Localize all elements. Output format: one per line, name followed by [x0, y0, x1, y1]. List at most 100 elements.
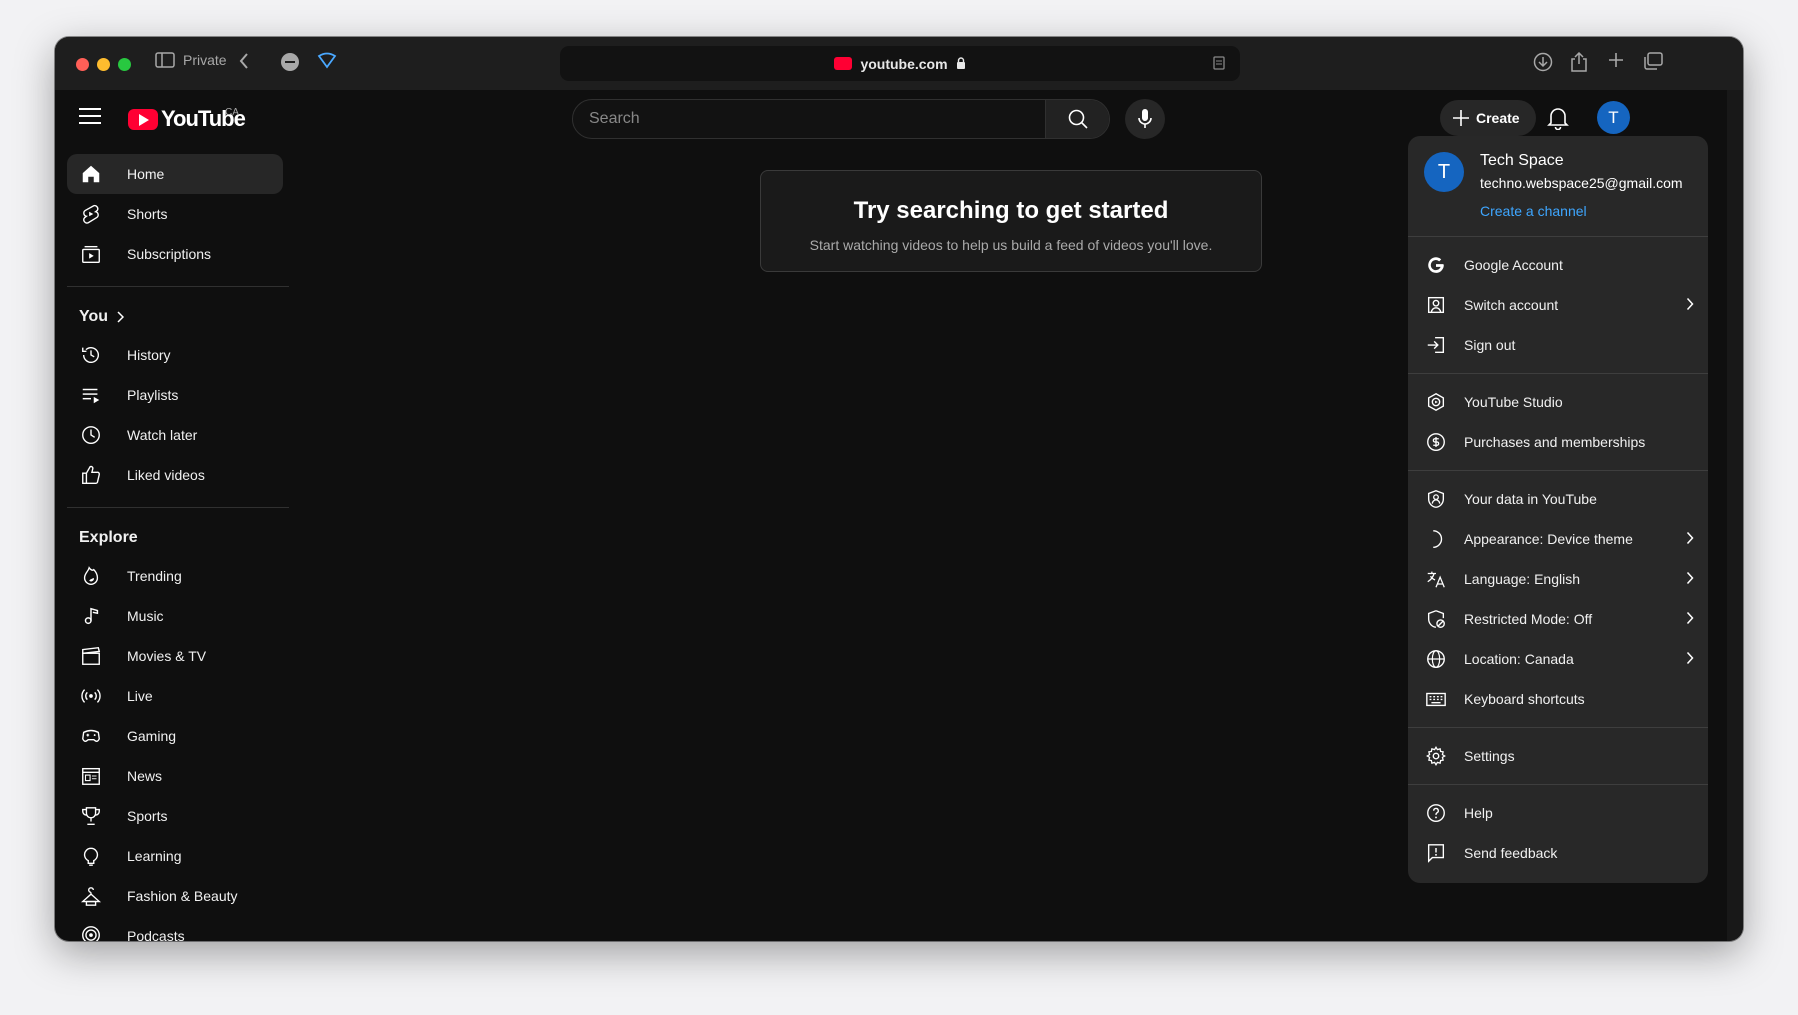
studio-icon — [1427, 392, 1445, 412]
shield-icon — [317, 52, 337, 69]
menu-item-language[interactable]: Language: English — [1408, 559, 1708, 599]
shorts-icon — [83, 205, 99, 224]
address-bar[interactable]: youtube.com — [560, 46, 1240, 81]
menu-item-your-data-in-youtube[interactable]: Your data in YouTube — [1408, 479, 1708, 519]
menu-group: Settings — [1408, 728, 1708, 785]
menu-item-label: Settings — [1464, 748, 1515, 764]
vpn-button[interactable] — [317, 52, 337, 70]
menu-item-google-account[interactable]: Google Account — [1408, 245, 1708, 285]
share-button[interactable] — [1570, 52, 1588, 72]
menu-group: Help Send feedback — [1408, 785, 1708, 881]
menu-item-send-feedback[interactable]: Send feedback — [1408, 833, 1708, 873]
subscriptions-icon — [82, 245, 100, 263]
menu-item-restricted-mode[interactable]: Restricted Mode: Off — [1408, 599, 1708, 639]
browser-toolbar: Private youtube.com — [55, 37, 1743, 90]
voice-search-button[interactable] — [1125, 99, 1165, 139]
restricted-icon — [1427, 610, 1445, 628]
account-menu-groups: Google Account Switch account Sign out YouT… — [1408, 237, 1708, 881]
sidebar-main-section: Home Shorts Subscriptions — [55, 154, 295, 274]
sidebar-item-podcasts[interactable]: Podcasts — [67, 916, 283, 941]
sidebar-item-watch-later[interactable]: Watch later — [67, 415, 283, 455]
sidebar-item-label: Liked videos — [127, 467, 205, 483]
studio-icon — [1424, 390, 1448, 414]
sidebar-item-fashion-beauty[interactable]: Fashion & Beauty — [67, 876, 283, 916]
sidebar-item-label: Live — [127, 688, 153, 704]
sidebar-item-learning[interactable]: Learning — [67, 836, 283, 876]
moon-icon — [1424, 527, 1448, 551]
menu-item-label: Purchases and memberships — [1464, 434, 1646, 450]
clock-icon — [82, 426, 100, 444]
notifications-button[interactable] — [1547, 106, 1569, 135]
music-icon — [84, 607, 99, 625]
sidebar-item-live[interactable]: Live — [67, 676, 283, 716]
sidebar-item-label: History — [127, 347, 171, 363]
menu-item-settings[interactable]: Settings — [1408, 736, 1708, 776]
close-window-button[interactable] — [76, 58, 89, 71]
account-menu: T Tech Space techno.webspace25@gmail.com… — [1408, 136, 1708, 883]
sidebar-toggle-button[interactable]: Private — [155, 52, 227, 68]
menu-item-label: Switch account — [1464, 297, 1559, 313]
history-icon — [82, 347, 99, 364]
restricted-icon — [1424, 607, 1448, 631]
menu-item-sign-out[interactable]: Sign out — [1408, 325, 1708, 365]
menu-item-label: Restricted Mode: Off — [1464, 611, 1593, 627]
sidebar-item-home[interactable]: Home — [67, 154, 283, 194]
tab-overview-button[interactable] — [1643, 52, 1663, 70]
menu-item-help[interactable]: Help — [1408, 793, 1708, 833]
sidebar-item-label: News — [127, 768, 163, 784]
chevron-right-icon — [1686, 651, 1694, 668]
back-button[interactable] — [238, 52, 250, 70]
menu-item-location[interactable]: Location: Canada — [1408, 639, 1708, 679]
avatar-button[interactable]: T — [1597, 101, 1630, 134]
sidebar-item-shorts[interactable]: Shorts — [67, 194, 283, 234]
page-scrollbar[interactable] — [1727, 90, 1743, 941]
sign-out-icon — [1424, 333, 1448, 357]
sign-out-icon — [1427, 336, 1445, 354]
sidebar-item-playlists[interactable]: Playlists — [67, 375, 283, 415]
menu-item-appearance[interactable]: Appearance: Device theme — [1408, 519, 1708, 559]
hanger-icon — [80, 887, 102, 906]
downloads-button[interactable] — [1533, 52, 1553, 72]
sidebar-item-movies-tv[interactable]: Movies & TV — [67, 636, 283, 676]
reader-icon[interactable] — [1212, 55, 1226, 71]
sidebar-item-history[interactable]: History — [67, 335, 283, 375]
sidebar-item-liked-videos[interactable]: Liked videos — [67, 455, 283, 495]
sidebar-item-trending[interactable]: Trending — [67, 556, 283, 596]
history-icon — [79, 343, 103, 367]
minimize-window-button[interactable] — [97, 58, 110, 71]
menu-item-keyboard-shortcuts[interactable]: Keyboard shortcuts — [1408, 679, 1708, 719]
create-channel-link[interactable]: Create a channel — [1480, 203, 1587, 219]
menu-item-purchases-and-memberships[interactable]: Purchases and memberships — [1408, 422, 1708, 462]
block-button[interactable] — [280, 52, 300, 72]
sidebar-item-label: Sports — [127, 808, 168, 824]
keyboard-icon — [1424, 687, 1448, 711]
search-input[interactable] — [573, 100, 1045, 138]
sidebar-item-subscriptions[interactable]: Subscriptions — [67, 234, 283, 274]
sidebar-item-gaming[interactable]: Gaming — [67, 716, 283, 756]
search-button[interactable] — [1045, 100, 1109, 138]
sidebar-item-sports[interactable]: Sports — [67, 796, 283, 836]
you-section-header[interactable]: You — [55, 299, 295, 335]
youtube-logo[interactable]: YouTube CA — [128, 106, 246, 132]
sidebar-you-section: History Playlists Watch later Liked videos — [55, 335, 295, 495]
sidebar-explore-section: Trending Music Movies & TV Live Gaming News Sp… — [55, 556, 295, 941]
create-button[interactable]: Create — [1440, 100, 1536, 136]
playlists-icon — [79, 383, 103, 407]
gear-icon — [1424, 744, 1448, 768]
sidebar-item-label: Trending — [127, 568, 182, 584]
clapperboard-icon — [79, 644, 103, 668]
plus-icon — [1609, 53, 1623, 67]
menu-item-youtube-studio[interactable]: YouTube Studio — [1408, 382, 1708, 422]
hamburger-menu-button[interactable] — [79, 108, 101, 128]
account-header: T Tech Space techno.webspace25@gmail.com… — [1408, 136, 1708, 237]
sidebar-item-music[interactable]: Music — [67, 596, 283, 636]
chevron-right-icon — [117, 311, 125, 323]
zoom-window-button[interactable] — [118, 58, 131, 71]
switch-account-icon — [1424, 293, 1448, 317]
lightbulb-icon — [79, 844, 103, 868]
sidebar-item-news[interactable]: News — [67, 756, 283, 796]
home-icon — [79, 162, 103, 186]
bell-icon — [1547, 108, 1569, 131]
menu-item-switch-account[interactable]: Switch account — [1408, 285, 1708, 325]
new-tab-button[interactable] — [1608, 52, 1624, 68]
